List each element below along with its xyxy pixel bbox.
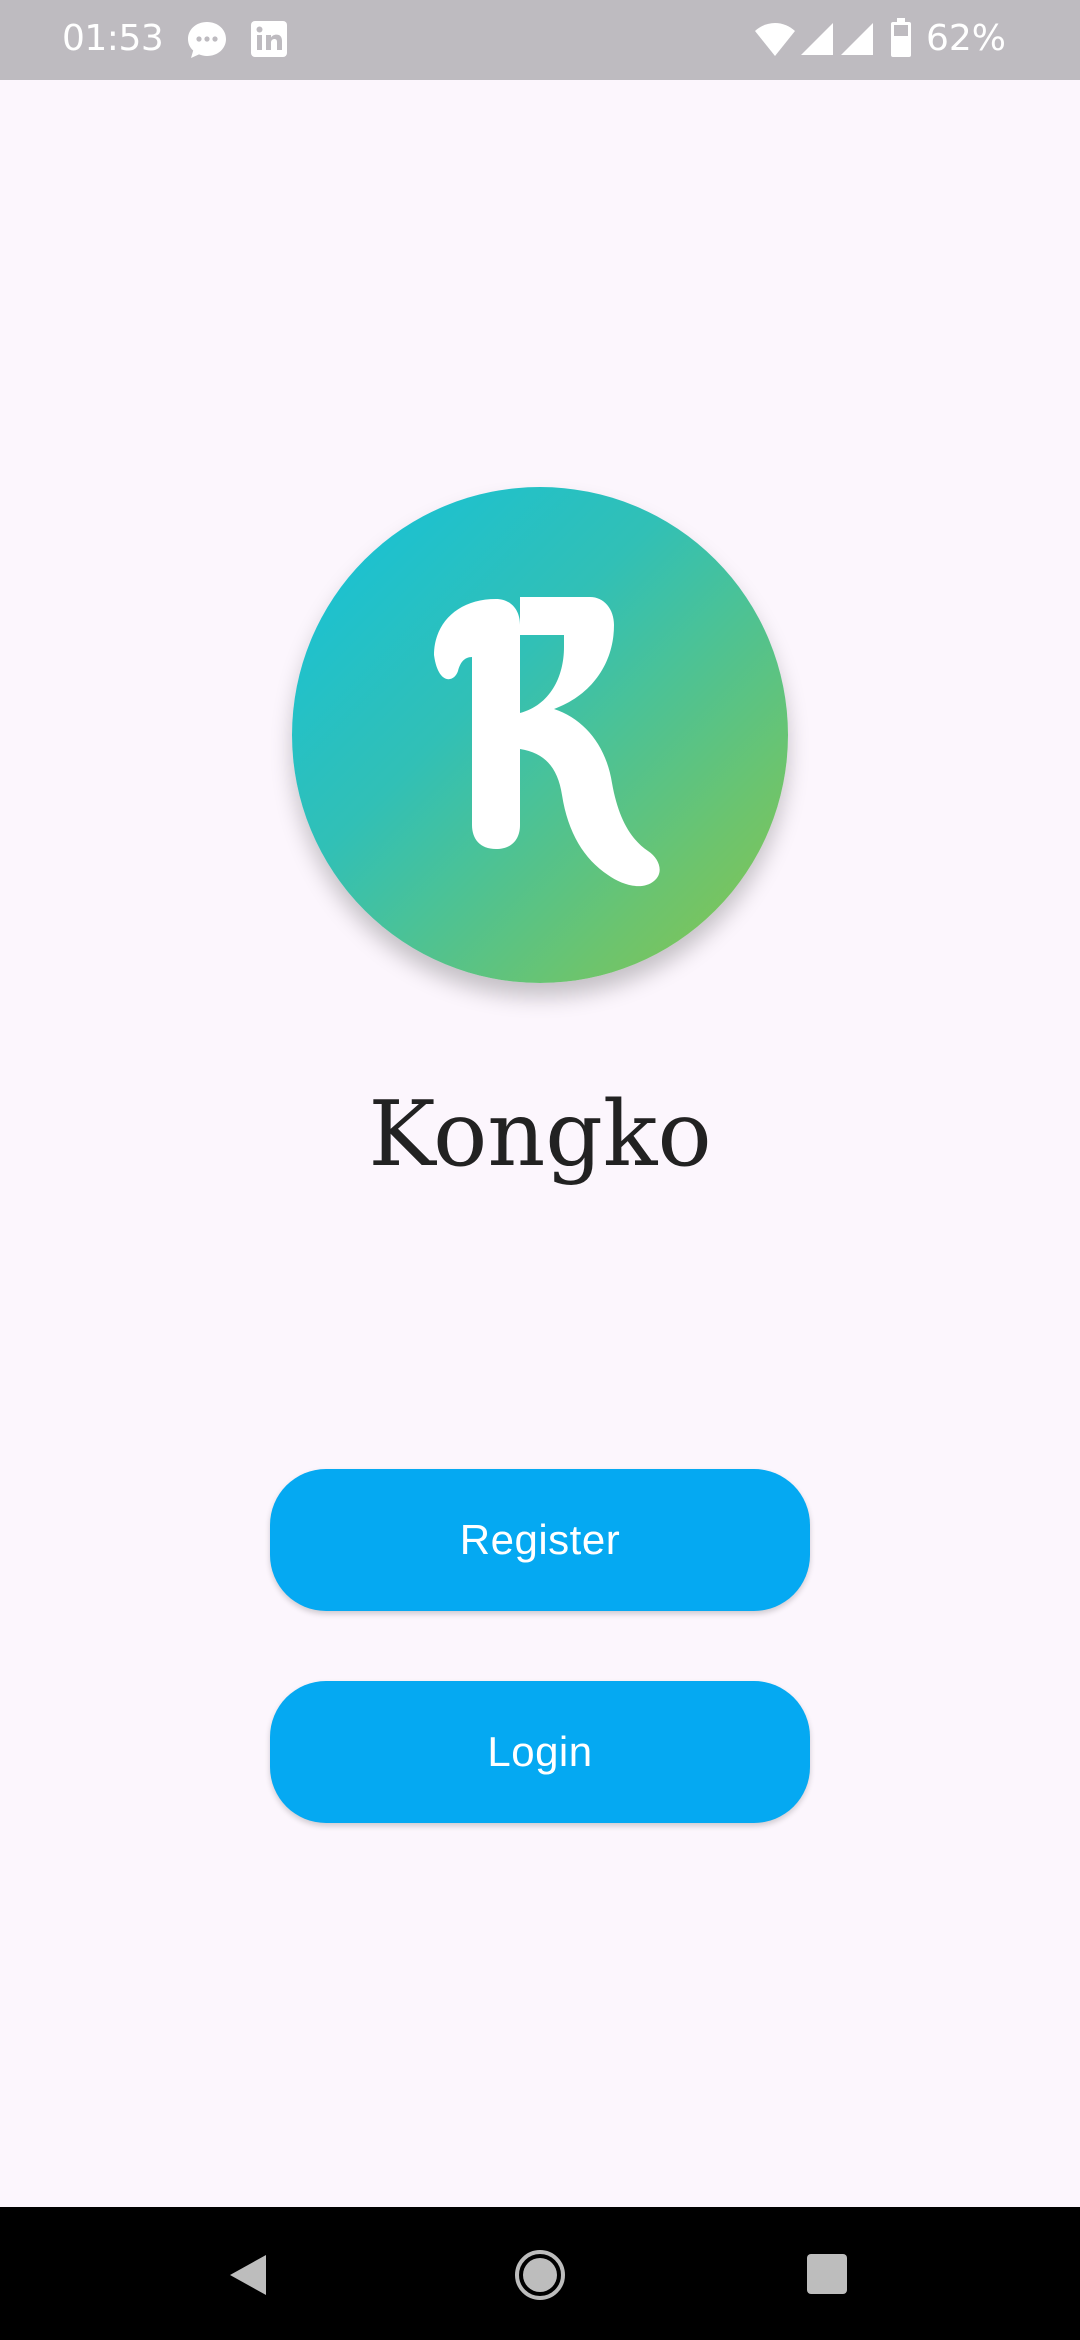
app-logo [292, 487, 788, 983]
app-name: Kongko [368, 1082, 712, 1187]
login-button[interactable]: Login [270, 1681, 810, 1823]
register-button[interactable]: Register [270, 1469, 810, 1611]
battery-icon [891, 18, 911, 57]
signal-icon [841, 23, 873, 55]
linkedin-icon [251, 21, 287, 57]
battery-percentage: 62% [926, 18, 1007, 59]
home-icon[interactable] [514, 2249, 566, 2301]
signal-icon [801, 23, 833, 55]
navigation-bar [0, 2207, 1080, 2340]
wifi-icon [755, 23, 795, 56]
recents-icon[interactable] [806, 2253, 848, 2295]
status-bar: 01:53 62% [0, 0, 1080, 80]
status-time: 01:53 [62, 18, 164, 59]
system-status-icons: 62% [750, 0, 1080, 80]
back-icon[interactable] [226, 2251, 270, 2299]
chat-notification-icon [188, 22, 226, 58]
k-logo-icon [434, 597, 660, 887]
